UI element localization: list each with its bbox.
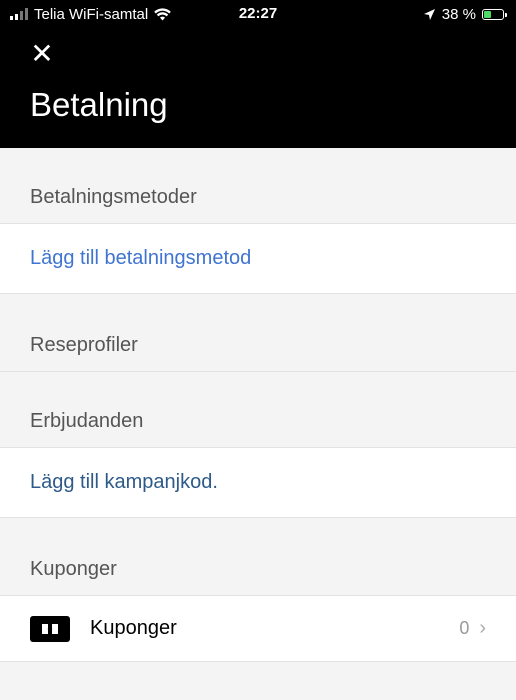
add-payment-method-link[interactable]: Lägg till betalningsmetod — [30, 247, 251, 270]
section-header-travel-profiles: Reseprofiler — [0, 294, 516, 372]
coupons-row-left: Kuponger — [30, 615, 177, 642]
wifi-icon — [154, 7, 171, 20]
status-left: Telia WiFi-samtal — [10, 6, 171, 23]
coupons-row[interactable]: Kuponger 0 › — [0, 596, 516, 662]
clock: 22:27 — [238, 5, 278, 22]
section-header-coupons: Kuponger — [0, 518, 516, 596]
add-promo-code-row[interactable]: Lägg till kampanjkod. — [0, 448, 516, 518]
status-right: 38 % — [423, 5, 507, 23]
battery-percentage: 38 % — [441, 5, 476, 23]
section-header-offers: Erbjudanden — [0, 372, 516, 448]
add-promo-code-link[interactable]: Lägg till kampanjkod. — [30, 471, 218, 494]
battery-icon — [482, 8, 507, 20]
chevron-right-icon: › — [479, 617, 486, 639]
close-button[interactable]: ✕ — [28, 40, 56, 68]
status-bar: Telia WiFi-samtal 22:27 38 % — [0, 0, 516, 28]
top-header: Telia WiFi-samtal 22:27 38 % ✕ Betalning — [0, 0, 516, 148]
ticket-icon — [30, 615, 70, 642]
coupons-count: 0 — [459, 618, 470, 638]
coupons-label: Kuponger — [90, 617, 177, 639]
page-title: Betalning — [30, 86, 168, 123]
section-header-payment-methods: Betalningsmetoder — [0, 148, 516, 224]
location-arrow-icon — [423, 8, 435, 20]
signal-strength-icon — [10, 8, 28, 20]
coupons-row-right: 0 › — [459, 617, 486, 640]
add-payment-method-row[interactable]: Lägg till betalningsmetod — [0, 224, 516, 294]
carrier-name: Telia WiFi-samtal — [34, 5, 149, 23]
